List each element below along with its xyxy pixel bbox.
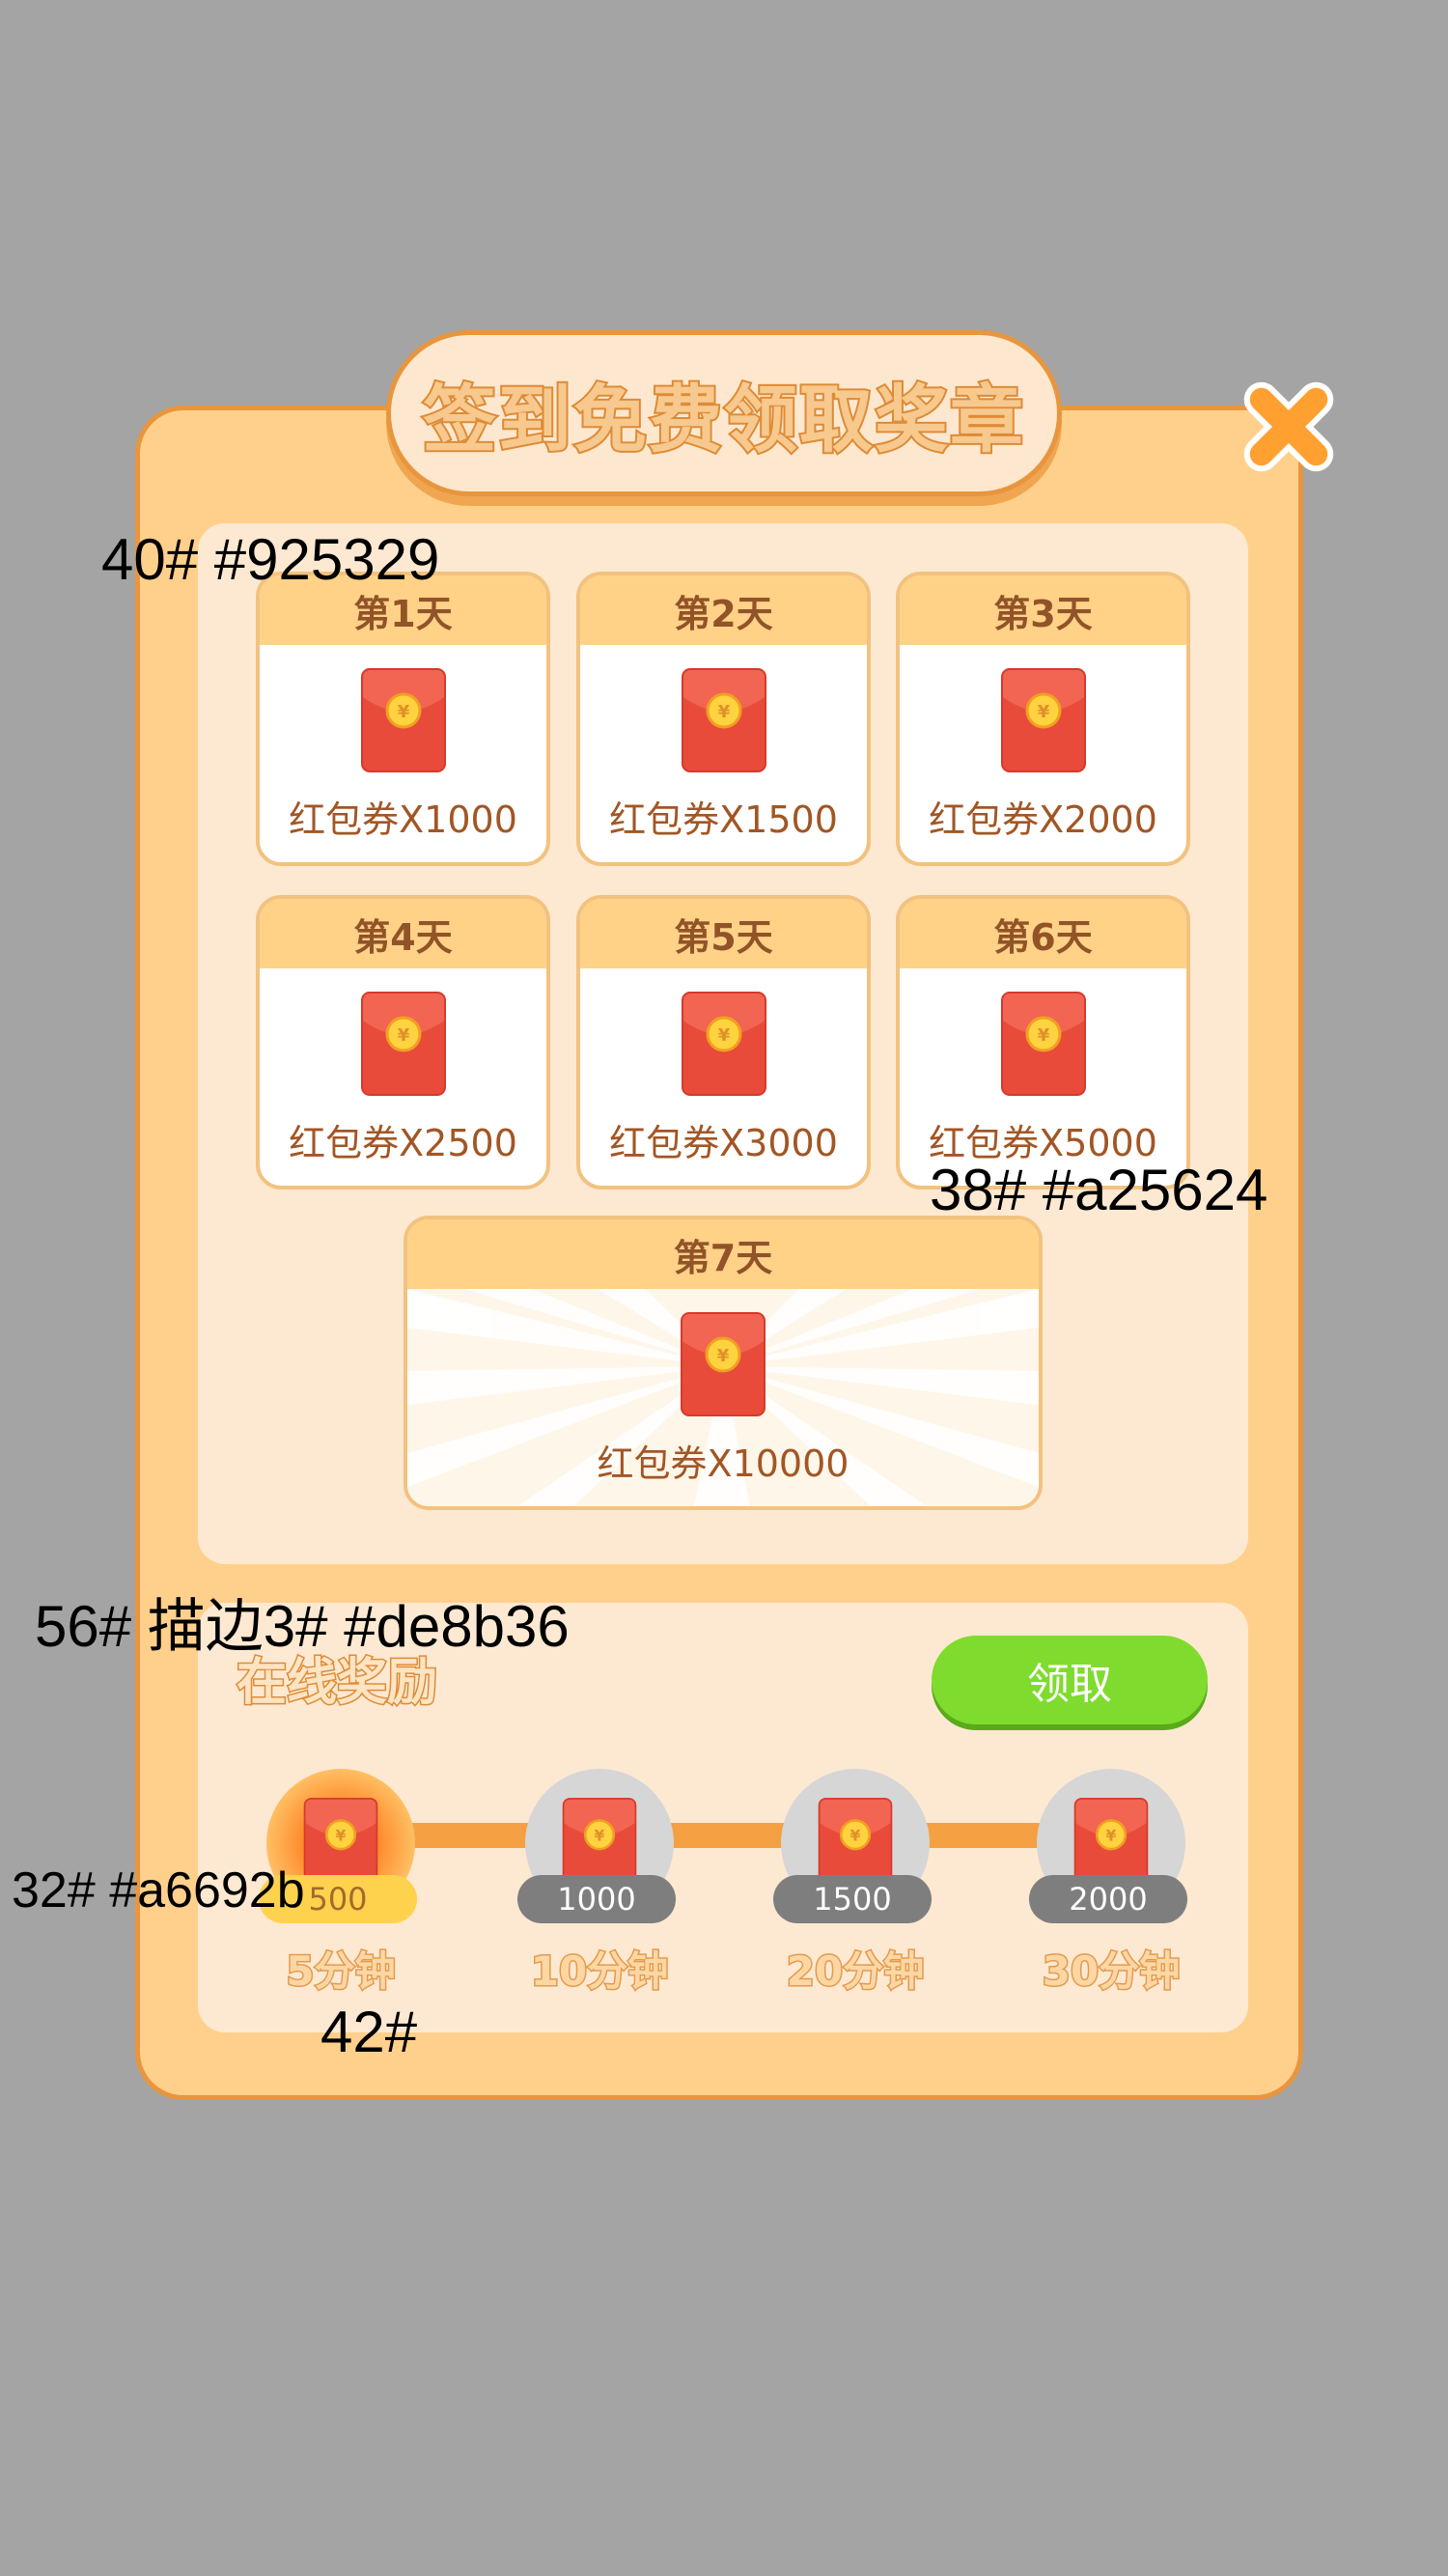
day-label: 第4天	[260, 899, 546, 968]
annotation-day-header-spec: 40# #925329	[101, 527, 440, 592]
red-envelope-icon	[1001, 992, 1086, 1096]
red-envelope-icon	[1001, 668, 1086, 772]
node-time-label: 20分钟	[785, 1946, 925, 1997]
red-envelope-icon	[361, 668, 446, 772]
annotation-time-spec: 42#	[320, 2000, 418, 2064]
online-node-2[interactable]: 1000 10分钟	[517, 1769, 682, 1997]
annotation-reward-text-spec: 38# #a25624	[930, 1158, 1268, 1222]
close-x-icon	[1243, 381, 1334, 472]
reward-text: 红包券X2500	[289, 1122, 517, 1164]
online-node-4[interactable]: 2000 30分钟	[1029, 1769, 1193, 1997]
node-time-label: 10分钟	[529, 1946, 669, 1997]
day-label: 第2天	[580, 575, 867, 645]
progress-track	[348, 1823, 1120, 1848]
title-banner: 签到免费领取奖章	[386, 330, 1062, 496]
online-node-3[interactable]: 1500 20分钟	[773, 1769, 937, 1997]
day-card-1[interactable]: 第1天 红包券X1000	[256, 572, 550, 866]
node-amount-badge: 1000	[517, 1875, 676, 1923]
red-envelope-icon	[361, 992, 446, 1096]
day-card-6[interactable]: 第6天 红包券X5000	[896, 895, 1190, 1190]
day-label: 第3天	[900, 575, 1186, 645]
day-label: 第5天	[580, 899, 867, 968]
red-envelope-icon	[682, 668, 766, 772]
annotation-online-title-spec: 56# 描边3# #de8b36	[35, 1594, 570, 1659]
day-label: 第7天	[407, 1219, 1039, 1289]
node-amount-badge: 1500	[773, 1875, 932, 1923]
panel-title: 签到免费领取奖章	[421, 375, 1025, 464]
signin-grid-area: 第1天 红包券X1000 第2天 红包券X1500 第3天 红包券X2000 第…	[198, 523, 1248, 1564]
day-card-5[interactable]: 第5天 红包券X3000	[576, 895, 871, 1190]
day-label: 第6天	[900, 899, 1186, 968]
claim-button[interactable]: 领取	[932, 1636, 1208, 1724]
reward-text: 红包券X3000	[609, 1122, 838, 1164]
node-amount-badge: 2000	[1029, 1875, 1187, 1923]
node-time-label: 5分钟	[285, 1946, 397, 1997]
day-card-4[interactable]: 第4天 红包券X2500	[256, 895, 550, 1190]
reward-text: 红包券X1000	[289, 798, 517, 841]
red-envelope-icon	[682, 992, 766, 1096]
close-button[interactable]	[1231, 369, 1347, 485]
red-envelope-icon	[681, 1312, 766, 1416]
node-time-label: 30分钟	[1041, 1946, 1181, 1997]
day-card-7[interactable]: 第7天 红包券X10000	[404, 1216, 1043, 1510]
day-card-3[interactable]: 第3天 红包券X2000	[896, 572, 1190, 866]
day-card-2[interactable]: 第2天 红包券X1500	[576, 572, 871, 866]
reward-text: 红包券X10000	[597, 1442, 849, 1485]
annotation-badge-spec: 32# #a6692b	[12, 1862, 305, 1918]
reward-text: 红包券X2000	[929, 798, 1157, 841]
reward-text: 红包券X1500	[609, 798, 838, 841]
